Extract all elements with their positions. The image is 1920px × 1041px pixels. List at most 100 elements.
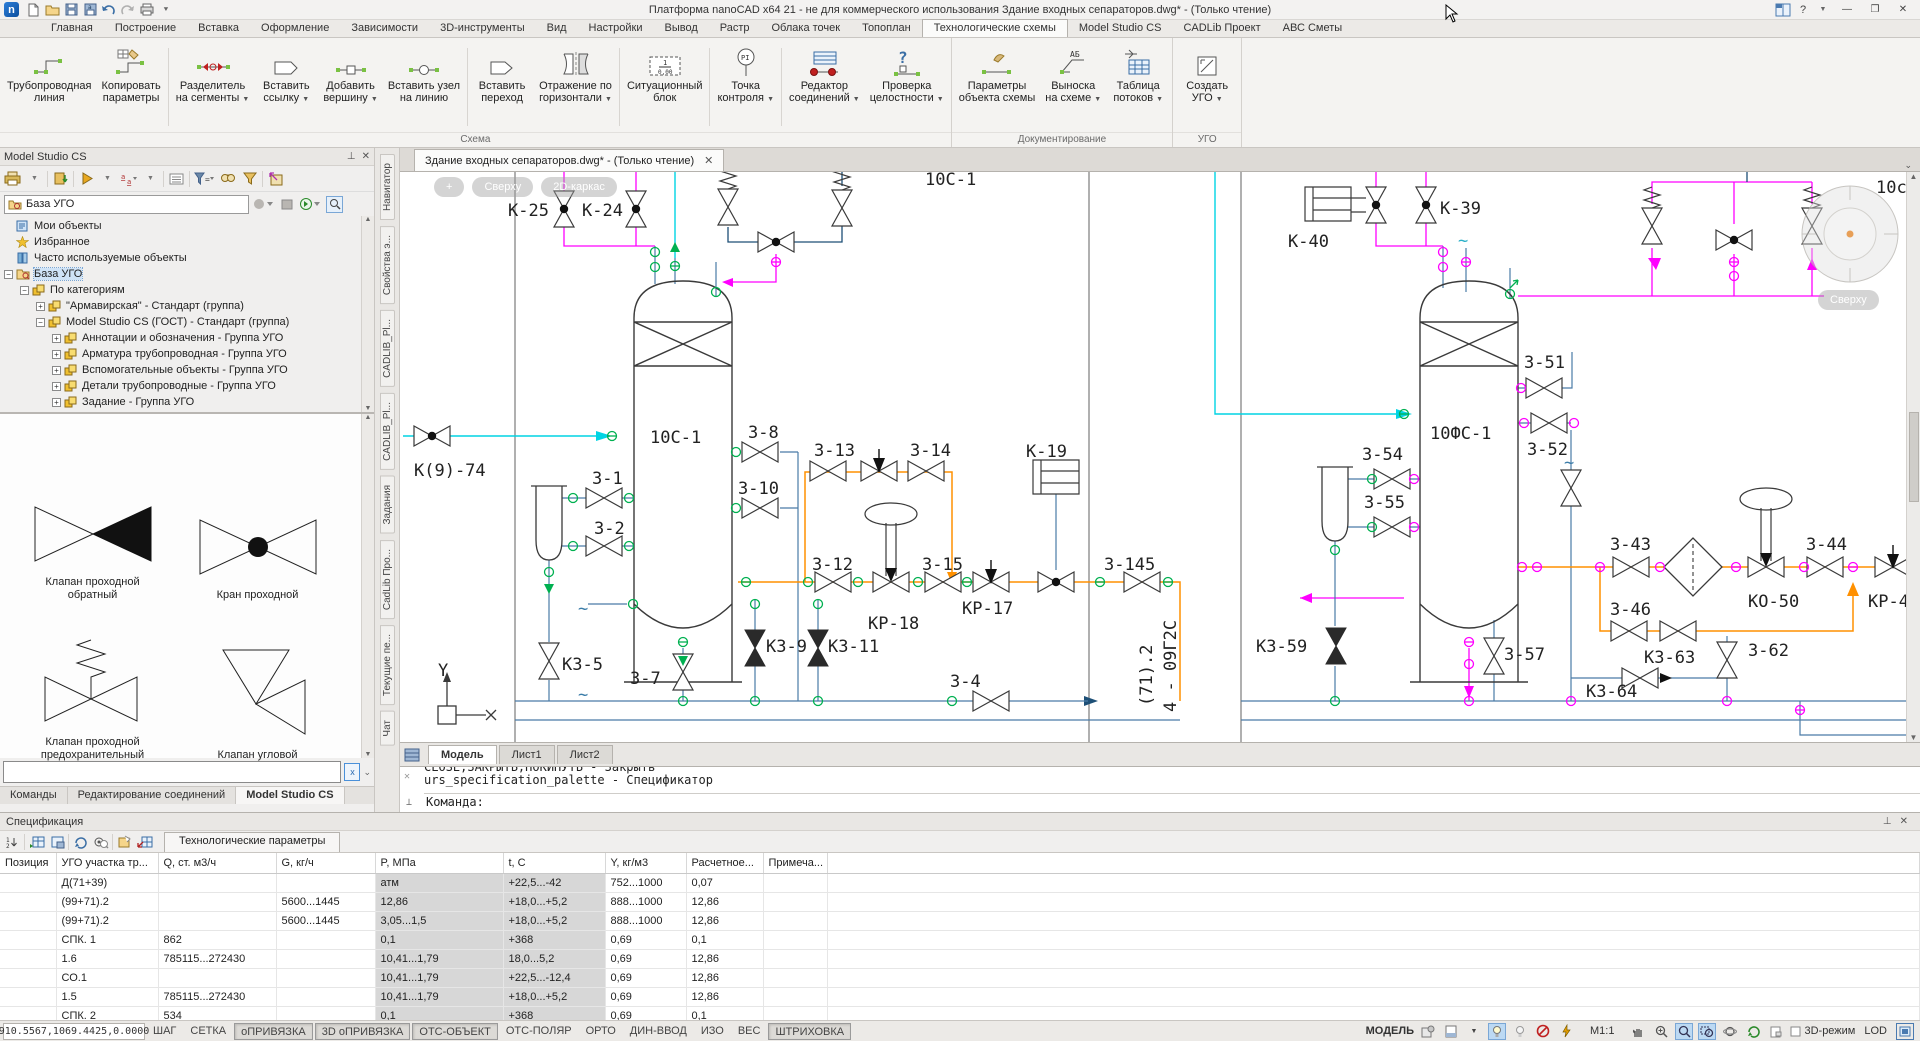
side-tab-CADLIB_Pl...[interactable]: CADLIB_Pl... [380, 393, 395, 470]
spec-cell[interactable]: +18,0...+5,2 [503, 911, 605, 930]
status-toggle-ОТС-ОБЪЕКТ[interactable]: ОТС-ОБЪЕКТ [412, 1023, 497, 1040]
status-toggle-ДИН-ВВОД[interactable]: ДИН-ВВОД [624, 1023, 693, 1040]
spec-column-header[interactable]: Примеча... [763, 853, 827, 873]
ribbon-button-Таблица потоков[interactable]: Таблицапотоков ▼ [1106, 42, 1170, 132]
spec-cell[interactable]: +22,5...-12,4 [503, 968, 605, 987]
spec-row[interactable]: СПК. 18620,1+3680,690,1 [0, 930, 1920, 949]
ribbon-button-Создать УГО[interactable]: СоздатьУГО ▼ [1175, 42, 1239, 132]
drawing-canvas[interactable]: К-25К-2410С-1К(9)-7410С-13-13-23-83-103-… [400, 172, 1920, 742]
tree-item[interactable]: Избранное [0, 234, 374, 250]
spec-cell[interactable]: 18,0...5,2 [503, 949, 605, 968]
ribbon-tab-Оформление[interactable]: Оформление [250, 20, 340, 37]
zoom-plus-icon[interactable] [1652, 1023, 1670, 1040]
ugo-symbol-Клапан угловой[interactable]: Клапан угловой [175, 602, 340, 762]
ribbon-button-Трубопроводная линия[interactable]: Трубопроводнаялиния [2, 42, 97, 132]
spec-row[interactable]: 1.6785115...27243010,41...1,7918,0...5,2… [0, 949, 1920, 968]
spec-cell[interactable]: (99+71).2 [56, 892, 158, 911]
ribbon-tab-Вывод[interactable]: Вывод [653, 20, 708, 37]
tree-expand-toggle[interactable]: + [36, 302, 45, 311]
spec-cell[interactable] [763, 892, 827, 911]
spec-cell[interactable]: 0,07 [686, 873, 763, 892]
spec-cell[interactable]: СПК. 2 [56, 1006, 158, 1021]
spec-row[interactable]: 1.5785115...27243010,41...1,79+18,0...+5… [0, 987, 1920, 1006]
status-toggle-ОРТО[interactable]: ОРТО [580, 1023, 622, 1040]
status-toggle-ОТС-ПОЛЯР[interactable]: ОТС-ПОЛЯР [500, 1023, 578, 1040]
spec-cell[interactable] [827, 987, 1920, 1006]
spec-cell[interactable]: 785115...272430 [158, 949, 276, 968]
spec-cell[interactable] [763, 949, 827, 968]
spec-cell[interactable] [276, 930, 375, 949]
spec-cell[interactable] [0, 949, 56, 968]
status-toggle-оПРИВЯЗКА[interactable]: оПРИВЯЗКА [234, 1023, 313, 1040]
spec-column-header[interactable]: Позиция [0, 853, 56, 873]
spec-cell[interactable] [763, 1006, 827, 1021]
canvas-vertical-scrollbar[interactable]: ▲▼ [1906, 172, 1920, 742]
spec-cell[interactable] [0, 987, 56, 1006]
open-file-icon[interactable] [44, 2, 60, 17]
properties-icon[interactable] [116, 833, 133, 850]
tree-item[interactable]: Часто используемые объекты [0, 250, 374, 266]
ribbon-button-Проверка целостности[interactable]: ?Проверкацелостности ▼ [865, 42, 949, 132]
spec-cell[interactable]: 862 [158, 930, 276, 949]
side-tab-Задания[interactable]: Задания [380, 476, 395, 534]
ribbon-button-Параметры объекта схемы[interactable]: Параметрыобъекта схемы [954, 42, 1041, 132]
ribbon-tab-Топоплан[interactable]: Топоплан [851, 20, 922, 37]
settings-search-icon[interactable] [92, 833, 109, 850]
zoom-realtime-icon[interactable] [1675, 1023, 1693, 1040]
spec-cell[interactable] [158, 968, 276, 987]
ribbon-button-Вставить ссылку[interactable]: Вставитьссылку ▼ [254, 42, 318, 132]
bulb-frame-icon[interactable] [1488, 1023, 1506, 1040]
command-window[interactable]: ✕ CLOSE,ЗАКРЫТЬ,ПОКИНУТЬ - Закрытьurs_sp… [400, 766, 1920, 812]
spec-row[interactable]: (99+71).25600...14453,05...1,5+18,0...+5… [0, 911, 1920, 930]
ribbon-tab-Model Studio CS[interactable]: Model Studio CS [1068, 20, 1173, 37]
tree-expand-toggle[interactable]: − [36, 318, 45, 327]
document-tab[interactable]: Здание входных сепараторов.dwg* - (Тольк… [414, 149, 724, 171]
spec-cell[interactable]: 0,69 [605, 930, 686, 949]
zoom-window-icon[interactable] [1698, 1023, 1716, 1040]
markers-dropdown-icon[interactable]: ▼ [142, 170, 159, 187]
spec-cell[interactable] [158, 873, 276, 892]
view-control-pill-Сверху[interactable]: Сверху [472, 177, 533, 197]
ugo-symbol-Клапан проходной предохранительный[interactable]: Клапан проходной предохранительный [10, 602, 175, 762]
status-circle-icon[interactable] [253, 196, 275, 213]
save-as-icon[interactable]: a [82, 2, 98, 17]
spec-cell[interactable] [0, 930, 56, 949]
ribbon-button-Отражение по горизонтали[interactable]: Отражение погоризонтали ▼ [534, 42, 617, 132]
spec-cell[interactable] [276, 1006, 375, 1021]
spec-cell[interactable]: 12,86 [686, 987, 763, 1006]
tab-list-icon[interactable]: ⌄ [1904, 160, 1912, 171]
symbols-scrollbar[interactable]: ▲▼ [361, 414, 374, 758]
chat-close-icon[interactable]: x [344, 763, 360, 781]
spec-cell[interactable] [158, 892, 276, 911]
run-dropdown-icon[interactable]: ▼ [99, 170, 116, 187]
view-control-pill-+[interactable]: + [434, 177, 464, 197]
find-icon[interactable] [220, 170, 237, 187]
spec-row[interactable]: (99+71).25600...144512,86+18,0...+5,2888… [0, 892, 1920, 911]
spec-cell[interactable]: 10,41...1,79 [375, 968, 503, 987]
spec-tab-Технологические параметры[interactable]: Технологические параметры [164, 832, 340, 852]
spec-column-header[interactable]: G, кг/ч [276, 853, 375, 873]
print-icon[interactable] [139, 2, 155, 17]
spec-cell[interactable] [0, 892, 56, 911]
spec-column-header[interactable]: t, C [503, 853, 605, 873]
tree-item[interactable]: +Арматура трубопроводная - Группа УГО [0, 346, 374, 362]
status-toggle-ВЕС[interactable]: ВЕС [732, 1023, 767, 1040]
spec-cell[interactable]: 0,1 [686, 1006, 763, 1021]
ribbon-tab-Растр[interactable]: Растр [709, 20, 761, 37]
sheet-tab-Лист2[interactable]: Лист2 [557, 745, 613, 764]
ribbon-button-Ситуационный блок[interactable]: 10,00Ситуационныйблок [622, 42, 708, 132]
spec-column-header[interactable]: P, МПа [375, 853, 503, 873]
spec-cell[interactable]: +18,0...+5,2 [503, 892, 605, 911]
status-toggle-СЕТКА[interactable]: СЕТКА [184, 1023, 232, 1040]
spec-cell[interactable] [827, 1006, 1920, 1021]
spec-cell[interactable]: 1.6 [56, 949, 158, 968]
pin-search-icon[interactable] [326, 196, 343, 213]
nanocad-logo-icon[interactable]: n [4, 2, 19, 17]
tree-item[interactable]: +Аннотации и обозначения - Группа УГО [0, 330, 374, 346]
side-tab-CADLIB_Pl...[interactable]: CADLIB_Pl... [380, 310, 395, 387]
tree-item[interactable]: −Model Studio CS (ГОСТ) - Стандарт (груп… [0, 314, 374, 330]
spec-cell[interactable] [0, 968, 56, 987]
go-circle-icon[interactable] [300, 196, 322, 213]
palette-tab-Редактирование соединений[interactable]: Редактирование соединений [68, 787, 237, 804]
sheet-menu-icon[interactable] [404, 747, 422, 763]
